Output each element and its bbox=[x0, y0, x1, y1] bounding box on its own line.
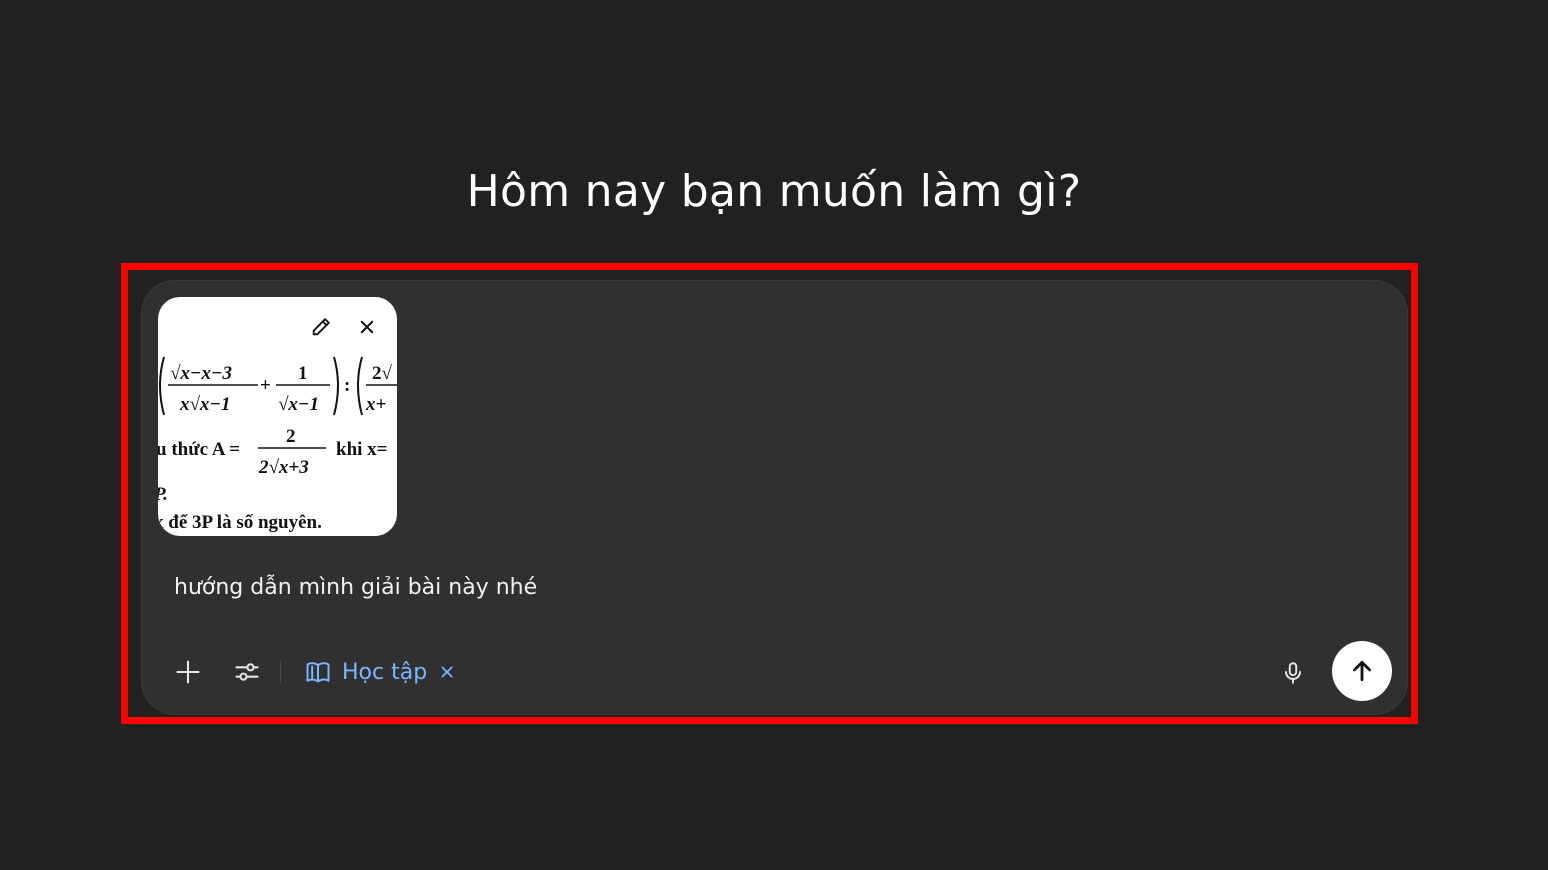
close-icon bbox=[441, 666, 453, 678]
frac-c-numerator: 2√ bbox=[372, 363, 393, 384]
remove-chip-button[interactable] bbox=[439, 664, 455, 680]
chip-label: Học tập bbox=[342, 659, 428, 685]
study-mode-chip[interactable]: Học tập bbox=[304, 655, 455, 689]
frac-a-denominator: x√x−1 bbox=[179, 394, 230, 415]
prompt-input[interactable]: hướng dẫn mình giải bài này nhé bbox=[174, 575, 537, 600]
tools-button[interactable] bbox=[230, 655, 264, 689]
remove-attachment-button[interactable] bbox=[353, 313, 381, 341]
frac-d-numerator: 2 bbox=[286, 426, 296, 447]
arrow-up-icon bbox=[1353, 660, 1371, 682]
frac-b-numerator: 1 bbox=[298, 363, 308, 384]
voice-input-button[interactable] bbox=[1276, 656, 1310, 690]
plus-icon bbox=[176, 660, 200, 684]
frac-b-denominator: √x−1 bbox=[278, 394, 319, 415]
problem-line-4: x để 3P là số nguyên. bbox=[158, 512, 322, 533]
expression-suffix: khi x= bbox=[336, 439, 388, 460]
composer: √x−x−3 x√x−1 + 1 √x−1 : 2√ x+ u thức A =… bbox=[141, 280, 1408, 715]
composer-toolbar: Học tập bbox=[142, 641, 1407, 703]
microphone-icon bbox=[1284, 662, 1302, 684]
frac-d-denominator: 2√x+3 bbox=[258, 457, 309, 478]
book-icon bbox=[306, 662, 330, 683]
frac-a-numerator: √x−x−3 bbox=[170, 363, 232, 384]
send-button[interactable] bbox=[1332, 641, 1392, 701]
page-title: Hôm nay bạn muốn làm gì? bbox=[466, 166, 1082, 217]
add-attachment-button[interactable] bbox=[171, 655, 205, 689]
pencil-icon bbox=[312, 318, 330, 336]
expression-prefix: u thức A = bbox=[158, 439, 240, 460]
colon-sign: : bbox=[344, 375, 350, 396]
sliders-icon bbox=[235, 663, 259, 681]
edit-attachment-button[interactable] bbox=[307, 313, 335, 341]
image-attachment[interactable]: √x−x−3 x√x−1 + 1 √x−1 : 2√ x+ u thức A =… bbox=[158, 297, 397, 536]
frac-c-denominator: x+ bbox=[365, 394, 386, 415]
toolbar-divider bbox=[280, 661, 281, 683]
plus-sign: + bbox=[260, 375, 271, 396]
close-icon bbox=[360, 320, 374, 334]
problem-line-3: P. bbox=[158, 484, 168, 505]
